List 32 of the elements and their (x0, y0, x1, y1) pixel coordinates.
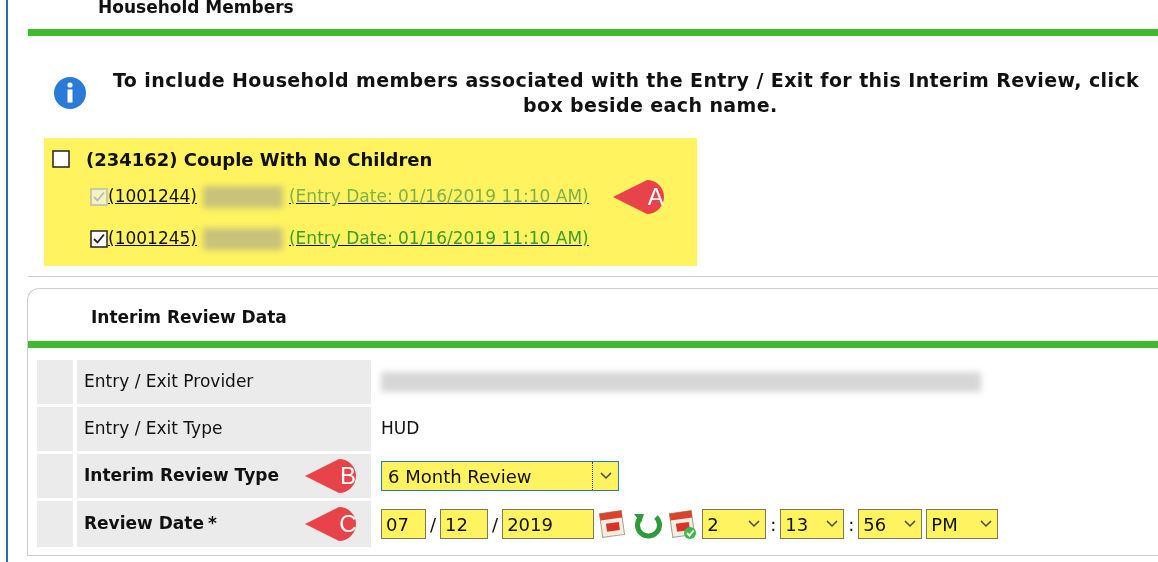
review-type-select[interactable]: 6 Month Review (381, 461, 619, 491)
calendar-check-icon[interactable] (668, 508, 699, 540)
year-field[interactable]: 2019 (502, 509, 595, 539)
field-label: Entry / Exit Provider (84, 370, 254, 394)
member-id-link[interactable]: (1001245) (108, 226, 197, 252)
chevron-down-icon (598, 471, 613, 481)
day-field[interactable]: 12 (440, 509, 489, 539)
checkbox[interactable] (90, 230, 108, 248)
minute-select[interactable]: 13 (780, 509, 845, 539)
panel-title: Interim Review Data (91, 306, 287, 330)
info-icon (53, 76, 87, 110)
field-label: Review Date * (84, 512, 217, 536)
ampm-select[interactable]: PM (926, 509, 999, 539)
chevron-down-icon (825, 519, 840, 529)
time-separator: : (848, 512, 855, 537)
field-label: Entry / Exit Type (84, 417, 223, 441)
field-label: Interim Review Type (84, 464, 279, 488)
hour-select[interactable]: 2 (702, 509, 767, 539)
info-text: To include Household members associated with the Entry / Exit for this Interim Review, click (113, 68, 1140, 93)
chevron-down-icon (747, 519, 762, 529)
household-label: (234162) Couple With No Children (86, 147, 433, 172)
month-field[interactable]: 07 (381, 509, 426, 539)
info-text: box beside each name. (523, 93, 778, 118)
chevron-down-icon (979, 519, 994, 529)
time-separator: : (770, 512, 777, 537)
date-separator: / (492, 512, 499, 537)
chevron-down-icon (903, 519, 918, 529)
date-separator: / (430, 512, 437, 537)
section-title: Household Members (98, 0, 294, 16)
checkbox[interactable] (52, 150, 70, 168)
field-value: HUD (381, 417, 420, 441)
second-select[interactable]: 56 (858, 509, 923, 539)
